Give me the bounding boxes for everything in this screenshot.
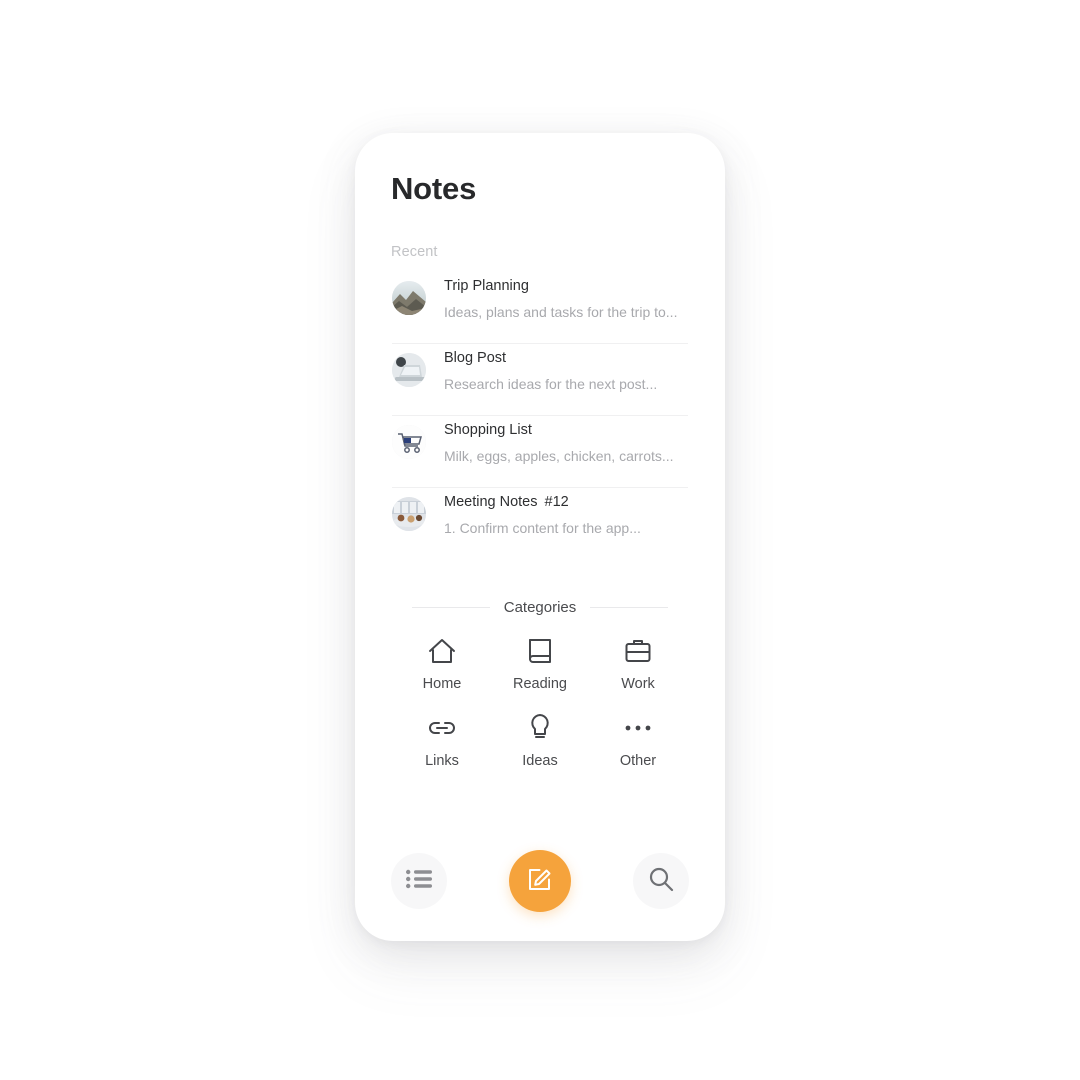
note-thumbnail-shopping-cart-photo [392,425,426,459]
category-label: Home [422,676,462,692]
briefcase-icon [624,635,652,667]
note-thumbnail-meeting-room-photo [392,497,426,531]
list-button[interactable] [391,853,447,909]
list-item[interactable]: Trip Planning Ideas, plans and tasks for… [392,272,688,344]
category-item-reading[interactable]: Reading [491,635,589,692]
list-item[interactable]: Shopping List Milk, eggs, apples, chicke… [392,416,688,488]
list-item[interactable]: Blog Post Research ideas for the next po… [392,344,688,416]
note-text: Trip Planning Ideas, plans and tasks for… [444,276,688,322]
note-badge: #12 [544,494,569,510]
bottom-toolbar [391,850,689,912]
home-icon [427,635,457,667]
lightbulb-icon [528,712,552,744]
divider-rule-right [590,607,669,608]
ellipsis-icon [624,712,652,744]
categories-divider: Categories [412,599,669,616]
search-button[interactable] [633,853,689,909]
category-label: Work [621,676,655,692]
note-thumbnail-mountain-landscape-photo [392,281,426,315]
note-thumbnail-laptop-photo [392,353,426,387]
recent-notes-list: Trip Planning Ideas, plans and tasks for… [392,272,688,560]
category-item-links[interactable]: Links [393,712,491,769]
notes-app-card: Notes Recent Trip Planning Ideas, plans … [355,133,725,941]
category-label: Links [425,753,459,769]
note-text: Meeting Notes #12 1. Confirm content for … [444,492,688,538]
category-item-home[interactable]: Home [393,635,491,692]
list-icon [406,869,432,894]
category-item-work[interactable]: Work [589,635,687,692]
note-title: Blog Post [444,350,507,366]
note-text: Shopping List Milk, eggs, apples, chicke… [444,420,688,466]
categories-title: Categories [503,599,577,616]
note-title: Meeting Notes #12 [444,494,569,510]
category-item-other[interactable]: Other [589,712,687,769]
compose-icon [525,864,555,899]
compose-button[interactable] [509,850,571,912]
note-snippet: Ideas, plans and tasks for the trip to..… [444,304,678,320]
note-title: Shopping List [444,422,532,438]
divider-rule-left [412,607,490,608]
note-text: Blog Post Research ideas for the next po… [444,348,688,394]
categories-grid: Home Reading Work Links Ideas Other [393,635,687,769]
note-title: Trip Planning [444,278,529,294]
note-snippet: Research ideas for the next post... [444,376,658,392]
category-label: Other [619,753,657,769]
search-icon [647,865,675,898]
note-snippet: Milk, eggs, apples, chicken, carrots... [444,448,674,464]
link-icon [426,712,458,744]
category-label: Ideas [522,753,558,769]
recent-section-label: Recent [391,244,438,260]
list-item[interactable]: Meeting Notes #12 1. Confirm content for … [392,488,688,560]
book-icon [526,635,554,667]
page-title: Notes [391,171,477,206]
category-label: Reading [512,676,567,692]
note-snippet: 1. Confirm content for the app... [444,520,641,536]
category-item-ideas[interactable]: Ideas [491,712,589,769]
